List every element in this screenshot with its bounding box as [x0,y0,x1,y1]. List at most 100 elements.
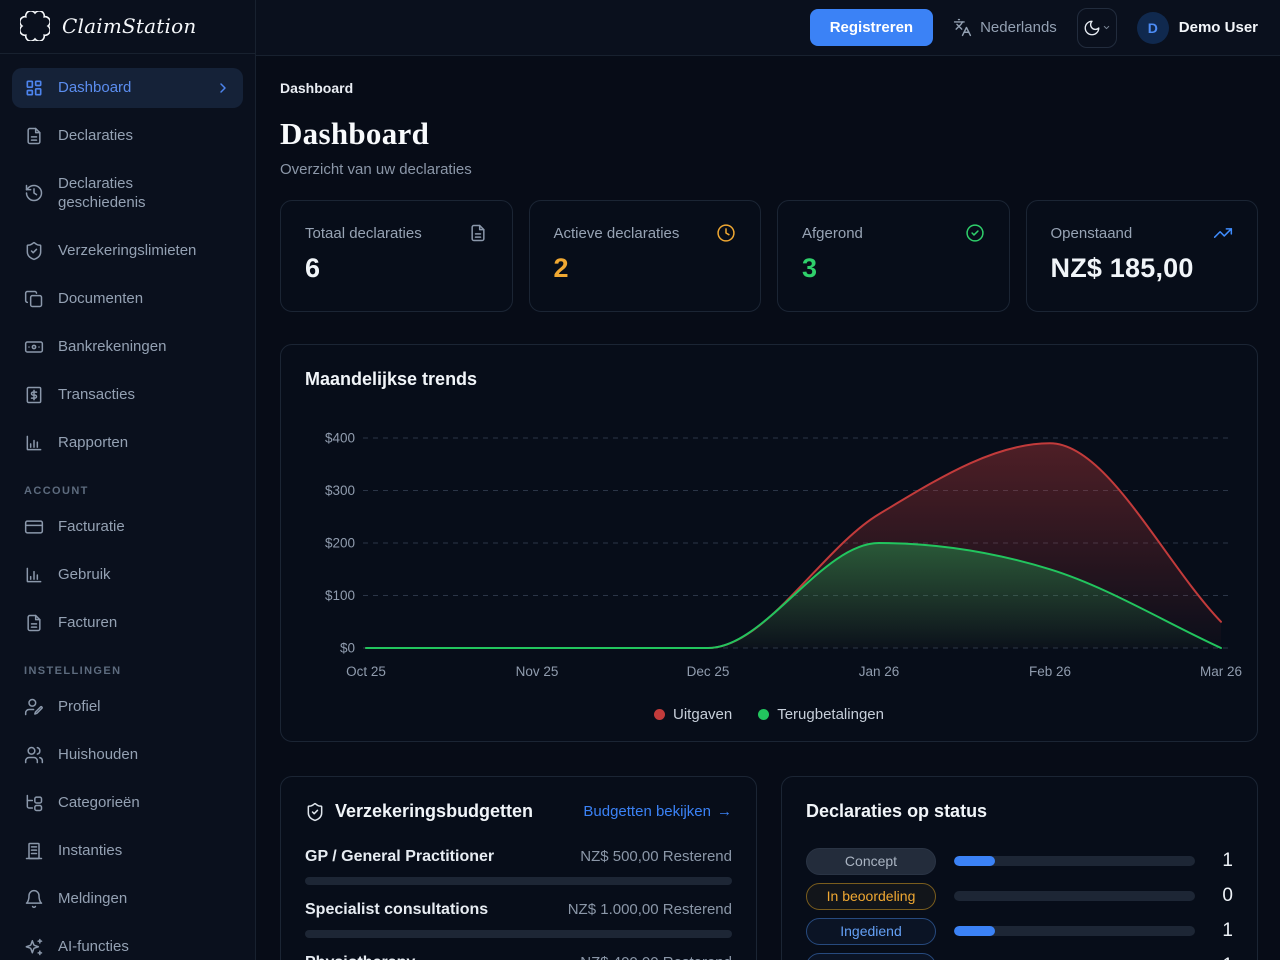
sidebar-item-instanties[interactable]: Instanties [12,831,243,871]
sidebar-item-gebruik[interactable]: Gebruik [12,555,243,595]
bell-icon [24,889,44,909]
user-menu[interactable]: D Demo User [1136,11,1258,44]
insurance-budgets-card: Verzekeringsbudgetten Budgetten bekijken… [280,776,757,960]
sidebar-item-facturatie[interactable]: Facturatie [12,507,243,547]
sidebar-item-label: Instanties [58,842,123,860]
sidebar-item-categorieen[interactable]: Categorieën [12,783,243,823]
sidebar-item-dashboard[interactable]: Dashboard [12,67,243,108]
language-selector[interactable]: Nederlands [953,18,1057,37]
legend-label: Terugbetalingen [777,706,884,723]
register-button[interactable]: Registreren [809,9,934,46]
sidebar-item-label: Declaraties geschiedenis [58,174,146,212]
banknote-icon [24,337,44,357]
status-count: 1 [1213,955,1233,960]
file-text-icon [24,613,44,633]
monthly-trends-card: Maandelijkse trends $0 $100 $200 $300 $400 Oc… [280,344,1258,742]
sidebar-item-label: Facturen [58,614,118,632]
check-circle-icon [965,223,985,243]
status-badge: Concept [806,847,936,875]
sidebar-item-meldingen[interactable]: Meldingen [12,879,243,919]
budgets-title: Verzekeringsbudgetten [335,801,534,821]
claimstation-flower-icon [20,11,50,42]
sidebar-item-label: AI-functies [58,938,129,956]
sidebar-item-label: Profiel [58,698,101,716]
sidebar-item-label: Documenten [58,290,144,308]
statuses-title: Declaraties op status [806,801,988,821]
legend-item-terugbetalingen: Terugbetalingen [758,706,884,723]
status-progress-track [954,891,1195,901]
sidebar-nav: Dashboard Declaraties Declaraties geschi… [0,54,255,960]
budget-remaining: NZ$ 1.000,00 Resterend [567,901,732,918]
budget-progress-track [305,877,732,885]
sidebar-item-label: Bankrekeningen [58,338,167,356]
chart-title: Maandelijkse trends [305,369,478,389]
moon-icon [1083,19,1101,37]
languages-icon [953,18,972,37]
topbar: Registreren Nederlands D Demo User [256,0,1280,56]
sidebar-item-rapporten[interactable]: Rapporten [12,423,243,463]
sidebar-item-facturen[interactable]: Facturen [12,603,243,643]
chevron-down-icon [1102,23,1111,32]
view-budgets-link[interactable]: Budgetten bekijken → [583,803,732,820]
theme-toggle-button[interactable] [1076,7,1117,48]
copy-documents-icon [24,289,44,309]
dollar-receipt-icon [24,385,44,405]
language-label: Nederlands [980,19,1057,36]
budget-row-gp: GP / General Practitioner NZ$ 500,00 Res… [305,848,732,885]
y-axis-tick-label: $400 [325,431,355,446]
y-axis-tick-label: $300 [325,483,355,498]
stat-card-openstaand: Openstaand NZ$ 185,00 [1025,200,1258,312]
stat-card-totaal-declaraties: Totaal declaraties 6 [280,200,513,312]
status-count: 1 [1222,920,1233,941]
user-name: Demo User [1178,19,1258,36]
stat-value: 6 [305,253,321,283]
sidebar-section-instellingen: INSTELLINGEN [24,664,122,677]
legend-dot [758,709,770,720]
budget-row-specialist: Specialist consultations NZ$ 1.000,00 Re… [305,901,732,938]
sidebar-item-ai-functies[interactable]: AI-functies [12,927,243,960]
breadcrumb[interactable]: Dashboard [280,80,1258,96]
page-content: Dashboard Dashboard Overzicht van uw dec… [256,56,1280,960]
budget-row-physiotherapy: Physiotherapy NZ$ 400,00 Resterend [305,954,732,960]
sidebar-item-verzekeringslimieten[interactable]: Verzekeringslimieten [12,231,243,271]
status-count: 0 [1222,885,1233,906]
page-subtitle: Overzicht van uw declaraties [280,161,472,178]
sidebar-item-transacties[interactable]: Transacties [12,375,243,415]
sidebar-item-documenten[interactable]: Documenten [12,279,243,319]
sidebar-item-label: Rapporten [58,434,129,452]
sidebar-item-label: Categorieën [58,794,140,812]
x-axis-tick-label: Feb 26 [1029,664,1071,679]
sidebar-item-label: Dashboard [58,79,132,97]
sidebar-item-label: Transacties [58,386,135,404]
stat-card-actieve-declaraties: Actieve declaraties 2 [528,200,761,312]
budget-name: GP / General Practitioner [305,848,495,865]
budget-progress-track [305,930,732,938]
brand-logo[interactable]: ClaimStation [0,0,255,54]
shield-check-icon [305,802,325,822]
file-text-icon [24,126,44,146]
shield-check-icon [24,241,44,261]
x-axis-tick-label: Mar 26 [1200,664,1242,679]
stats-row: Totaal declaraties 6 Actieve declaraties… [280,200,1258,312]
budget-remaining: NZ$ 400,00 Resterend [580,954,732,960]
user-pen-icon [24,697,44,717]
tree-hierarchy-icon [24,793,44,813]
sidebar-item-profiel[interactable]: Profiel [12,687,243,727]
trend-area-chart: $0 $100 $200 $300 $400 Oct 25 Nov 25 Dec 25 Jan … [325,431,1242,680]
sidebar-item-bankrekeningen[interactable]: Bankrekeningen [12,327,243,367]
sidebar-item-huishouden[interactable]: Huishouden [12,735,243,775]
brand-name: ClaimStation [62,14,197,39]
stat-label: Openstaand [1050,224,1133,242]
status-count: 1 [1222,850,1233,871]
y-axis-tick-label: $100 [325,588,355,603]
sidebar-item-declaraties[interactable]: Declaraties [12,116,243,156]
stat-card-afgerond: Afgerond 3 [777,200,1010,312]
status-row-in-beoordeling: In beoordeling 0 [806,882,1233,910]
arrow-right-icon: → [717,803,732,820]
sidebar-item-label: Gebruik [58,566,111,584]
sidebar-item-declaraties-geschiedenis[interactable]: Declaraties geschiedenis [12,164,243,223]
layout-dashboard-icon [24,78,44,98]
claims-by-status-card: Declaraties op status Concept 1 In beoor… [781,776,1258,960]
sidebar-item-label: Declaraties [58,127,134,145]
status-badge: In behandeling [806,952,936,960]
